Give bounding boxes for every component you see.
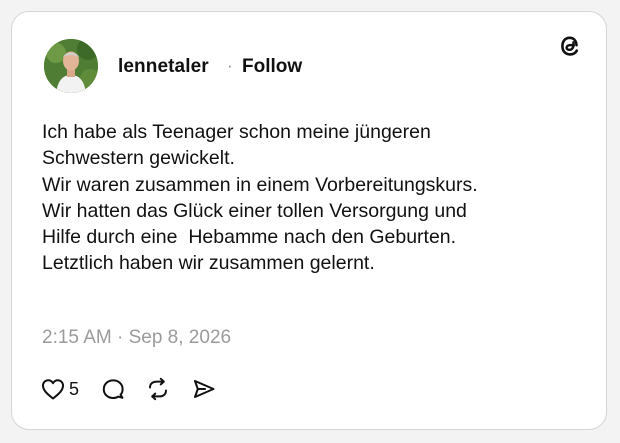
repost-icon: [145, 377, 171, 401]
avatar[interactable]: [44, 39, 98, 93]
post-text-line: Ich habe als Teenager schon meine jünger…: [42, 121, 431, 143]
reply-button[interactable]: [101, 377, 125, 401]
post-text-line: Hilfe durch eine Hebamme nach den Geburt…: [42, 226, 457, 249]
action-bar: 5: [40, 374, 217, 404]
like-button[interactable]: 5: [40, 377, 79, 401]
send-icon: [191, 377, 217, 401]
comment-bubble-icon: [101, 377, 125, 401]
threads-logo-icon[interactable]: [556, 32, 584, 60]
username[interactable]: lennetaler: [118, 56, 209, 78]
post-card: lennetaler · Follow Ich habe als Teenage…: [11, 11, 607, 430]
post-text-line: Schwestern gewickelt.: [42, 147, 235, 170]
share-button[interactable]: [191, 377, 217, 401]
post-text-line: Letztlich haben wir zusammen gelernt.: [42, 252, 375, 275]
like-count: 5: [69, 378, 80, 399]
heart-icon: [40, 377, 66, 401]
repost-button[interactable]: [145, 377, 171, 401]
post-text-line: Wir hatten das Glück einer tollen Versor…: [42, 199, 467, 222]
post-body: Ich habe als Teenager schon meine jünger…: [42, 119, 582, 277]
post-timestamp[interactable]: 2:15 AM · Sep 8, 2026: [42, 327, 231, 349]
separator-dot: ·: [227, 56, 233, 75]
follow-button[interactable]: Follow: [242, 56, 302, 78]
post-text-line: Wir waren zusammen in einem Vorbereitung…: [42, 173, 478, 196]
